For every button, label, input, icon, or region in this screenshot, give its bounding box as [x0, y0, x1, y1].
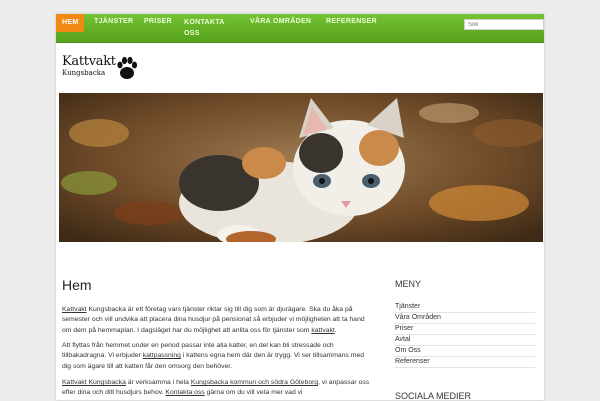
sidebar-item-avtal[interactable]: Avtal: [395, 335, 535, 346]
paragraph-text: är verksamma i hela: [125, 379, 191, 386]
link-kungsbacka-kommun[interactable]: Kungsbacka kommun och södra Göteborg: [191, 379, 318, 386]
intro-paragraph: Kattvakt Kungsbacka är ett företag vars …: [62, 305, 374, 336]
logo-subtitle: Kungsbacka: [62, 69, 106, 77]
page-container: Hem Tjänster Priser Kontakta oss Våra om…: [56, 14, 544, 401]
site-logo[interactable]: Kattvakt Kungsbacka: [62, 54, 142, 84]
main-navigation: Hem Tjänster Priser Kontakta oss Våra om…: [56, 14, 544, 43]
sidebar-item-referenser[interactable]: Referenser: [395, 357, 535, 368]
logo-title: Kattvakt: [62, 54, 116, 69]
third-paragraph: Kattvakt Kungsbacka är verksamma i hela …: [62, 378, 374, 399]
link-kattvakt[interactable]: Kattvakt: [62, 306, 87, 313]
sidebar-menu-list: Tjänster Våra Områden Priser Avtal Om Os…: [395, 302, 535, 368]
nav-item-tjanster[interactable]: Tjänster: [94, 14, 133, 42]
paragraph-text: gärna om du vill veta mer vad vi: [204, 389, 303, 397]
sidebar-item-om-oss[interactable]: Om Oss: [395, 346, 535, 357]
sidebar-item-tjanster[interactable]: Tjänster: [395, 302, 535, 313]
page-title: Hem: [62, 277, 92, 293]
sidebar-item-vara-omraden[interactable]: Våra Områden: [395, 313, 535, 324]
nav-item-hem[interactable]: Hem: [56, 14, 85, 32]
nav-item-vara-omraden[interactable]: Våra områden: [250, 14, 311, 42]
nav-item-priser[interactable]: Priser: [144, 14, 172, 42]
paragraph-text: .: [334, 326, 337, 334]
paw-icon: [117, 56, 138, 79]
hero-banner-image: [59, 93, 543, 242]
sidebar-menu-title: MENY: [395, 279, 422, 289]
link-kattvakt-kungsbacka[interactable]: Kattvakt Kungsbacka: [62, 379, 126, 386]
search-input[interactable]: [464, 19, 544, 30]
second-paragraph: Att flyttas från hemmet under en period …: [62, 341, 374, 372]
nav-item-kontakta-oss[interactable]: Kontakta oss: [184, 14, 228, 42]
sidebar-item-priser[interactable]: Priser: [395, 324, 535, 335]
nav-item-referenser[interactable]: Referenser: [326, 14, 377, 42]
link-kattvakt-service[interactable]: kattvakt: [311, 327, 334, 334]
link-kattpassning[interactable]: kattpassning: [143, 352, 181, 359]
link-kontakta-oss[interactable]: Kontakta oss: [165, 389, 204, 396]
